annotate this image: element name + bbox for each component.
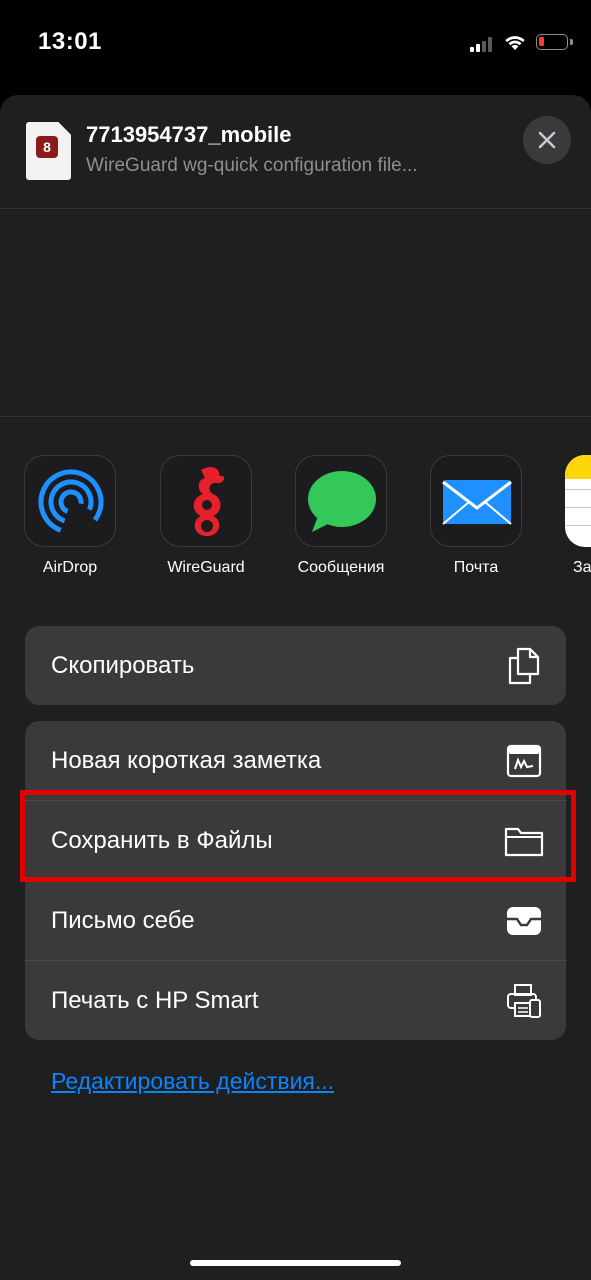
wireguard-file-badge-icon: 8 <box>36 136 58 158</box>
app-wireguard[interactable]: WireGuard <box>151 455 261 577</box>
action-label: Новая короткая заметка <box>51 746 322 774</box>
status-bar: 13:01 <box>0 0 591 90</box>
action-label: Печать с HP Smart <box>51 986 259 1014</box>
app-label: AirDrop <box>42 559 98 576</box>
wireguard-icon <box>160 455 252 547</box>
app-label: За <box>573 559 591 576</box>
action-copy[interactable]: Скопировать <box>25 626 566 705</box>
app-messages[interactable]: Сообщения <box>286 455 396 577</box>
copy-icon <box>504 646 544 686</box>
quick-note-icon <box>504 741 544 781</box>
actions-group-copy: Скопировать <box>25 626 566 705</box>
app-mail[interactable]: Почта <box>421 455 531 577</box>
action-mail-to-self[interactable]: Письмо себе <box>25 880 566 960</box>
mail-tray-icon <box>504 901 544 941</box>
action-label: Письмо себе <box>51 906 195 934</box>
mail-icon <box>430 455 522 547</box>
app-airdrop[interactable]: AirDrop <box>15 455 125 577</box>
messages-icon <box>295 455 387 547</box>
app-label: Сообщения <box>297 559 385 576</box>
printer-icon <box>504 981 544 1021</box>
notes-icon <box>565 455 591 547</box>
share-sheet-header: 8 7713954737_mobile WireGuard wg-quick c… <box>0 95 591 209</box>
wifi-icon <box>505 36 525 50</box>
battery-icon <box>536 34 568 50</box>
action-quick-note[interactable]: Новая короткая заметка <box>25 721 566 800</box>
app-notes[interactable]: За <box>556 455 591 577</box>
highlight-box <box>20 790 576 882</box>
close-icon <box>538 131 556 149</box>
close-button[interactable] <box>523 116 571 164</box>
action-label: Скопировать <box>51 651 195 679</box>
share-apps-row[interactable]: AirDrop WireGuard Сообщения Почта За <box>0 455 591 585</box>
home-indicator[interactable] <box>190 1260 401 1266</box>
app-label: Почта <box>453 559 499 576</box>
file-subtitle: WireGuard wg-quick configuration file... <box>86 155 418 176</box>
airdrop-icon <box>24 455 116 547</box>
action-print-hp-smart[interactable]: Печать с HP Smart <box>25 960 566 1040</box>
edit-actions-link[interactable]: Редактировать действия... <box>51 1068 334 1095</box>
status-time: 13:01 <box>38 28 102 55</box>
file-icon: 8 <box>26 122 71 180</box>
file-name: 7713954737_mobile <box>86 122 292 147</box>
preview-area <box>0 209 591 417</box>
app-label: WireGuard <box>167 559 245 576</box>
cellular-signal-icon <box>470 36 494 52</box>
